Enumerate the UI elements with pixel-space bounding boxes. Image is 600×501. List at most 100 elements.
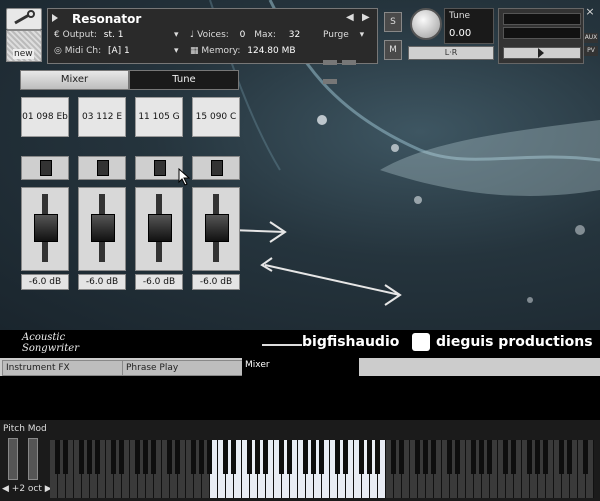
- meter-left: [503, 13, 581, 25]
- max-value[interactable]: 32: [289, 30, 300, 40]
- next-instrument-icon[interactable]: ▶: [362, 12, 370, 23]
- black-key[interactable]: [143, 440, 148, 474]
- prev-instrument-icon[interactable]: ◀: [346, 12, 354, 23]
- black-key[interactable]: [567, 440, 572, 474]
- voices-value: 0: [239, 30, 246, 40]
- black-key[interactable]: [311, 440, 316, 474]
- black-key[interactable]: [95, 440, 100, 474]
- channel-fader[interactable]: [192, 187, 240, 271]
- tune-value[interactable]: 0.00: [449, 28, 471, 39]
- black-key[interactable]: [263, 440, 268, 474]
- black-key[interactable]: [431, 440, 436, 474]
- black-key[interactable]: [287, 440, 292, 474]
- channel-pan[interactable]: [78, 156, 126, 180]
- black-key[interactable]: [479, 440, 484, 474]
- tab-phrase-play[interactable]: Phrase Play: [122, 360, 243, 376]
- black-key[interactable]: [503, 440, 508, 474]
- tune-display: Tune 0.00: [444, 8, 494, 44]
- mute-button[interactable]: M: [384, 40, 402, 60]
- pv-button[interactable]: PV: [584, 46, 598, 56]
- black-key[interactable]: [111, 440, 116, 474]
- black-key[interactable]: [119, 440, 124, 474]
- black-key[interactable]: [447, 440, 452, 474]
- black-key[interactable]: [63, 440, 68, 474]
- black-key[interactable]: [343, 440, 348, 474]
- black-key[interactable]: [535, 440, 540, 474]
- black-key[interactable]: [55, 440, 60, 474]
- tab-mixer-bottom[interactable]: Mixer: [242, 358, 359, 376]
- tab-mixer[interactable]: Mixer: [20, 70, 129, 90]
- black-key[interactable]: [231, 440, 236, 474]
- black-key[interactable]: [583, 440, 588, 474]
- black-key[interactable]: [335, 440, 340, 474]
- black-key[interactable]: [559, 440, 564, 474]
- tab-instrument-fx[interactable]: Instrument FX: [2, 360, 123, 376]
- output-dropdown-icon[interactable]: ▾: [174, 30, 179, 40]
- channel-strip: 03 112 E -6.0 dB: [78, 97, 126, 293]
- channel-fader[interactable]: [135, 187, 183, 271]
- black-key[interactable]: [167, 440, 172, 474]
- black-key[interactable]: [455, 440, 460, 474]
- black-key[interactable]: [79, 440, 84, 474]
- black-key[interactable]: [303, 440, 308, 474]
- black-key[interactable]: [399, 440, 404, 474]
- tune-knob[interactable]: [410, 8, 442, 40]
- logo-line-2: Songwriter: [22, 343, 79, 354]
- black-key[interactable]: [255, 440, 260, 474]
- black-key[interactable]: [199, 440, 204, 474]
- black-key[interactable]: [191, 440, 196, 474]
- black-key[interactable]: [375, 440, 380, 474]
- octave-control[interactable]: ◀ +2 oct ▶: [2, 484, 52, 494]
- black-key[interactable]: [415, 440, 420, 474]
- black-key[interactable]: [367, 440, 372, 474]
- channel-strip: 11 105 G -6.0 dB: [135, 97, 183, 293]
- logo-line-1: Acoustic: [22, 332, 66, 343]
- volume-slider[interactable]: [503, 47, 581, 59]
- midi-dropdown-icon[interactable]: ▾: [174, 46, 179, 56]
- black-key[interactable]: [135, 440, 140, 474]
- wrench-button[interactable]: [6, 8, 42, 30]
- black-key[interactable]: [87, 440, 92, 474]
- black-key[interactable]: [151, 440, 156, 474]
- solo-button[interactable]: S: [384, 12, 402, 32]
- tab-tune[interactable]: Tune: [129, 70, 239, 90]
- close-icon[interactable]: ×: [584, 6, 596, 18]
- midi-row[interactable]: ◎ Midi Ch: [A] 1: [54, 46, 130, 56]
- black-key[interactable]: [543, 440, 548, 474]
- channel-fader[interactable]: [21, 187, 69, 271]
- black-key[interactable]: [247, 440, 252, 474]
- channel-name: 03 112 E: [78, 97, 126, 137]
- black-key[interactable]: [279, 440, 284, 474]
- midi-icon: ◎: [54, 46, 62, 56]
- channel-pan[interactable]: [192, 156, 240, 180]
- black-key[interactable]: [175, 440, 180, 474]
- black-key[interactable]: [487, 440, 492, 474]
- pan-slider[interactable]: L·R: [408, 46, 494, 60]
- black-key[interactable]: [359, 440, 364, 474]
- channel-gain: -6.0 dB: [21, 274, 69, 290]
- aux-button[interactable]: AUX: [584, 33, 598, 43]
- instrument-name[interactable]: Resonator: [72, 12, 141, 26]
- mod-wheel[interactable]: [28, 438, 38, 480]
- black-key[interactable]: [207, 440, 212, 474]
- piano-keyboard[interactable]: [50, 420, 596, 501]
- collapse-triangle-icon[interactable]: [52, 14, 58, 22]
- new-button[interactable]: new: [6, 30, 42, 62]
- black-key[interactable]: [223, 440, 228, 474]
- black-key[interactable]: [319, 440, 324, 474]
- black-key[interactable]: [511, 440, 516, 474]
- channel-pan[interactable]: [135, 156, 183, 180]
- black-key[interactable]: [527, 440, 532, 474]
- channel-pan[interactable]: [21, 156, 69, 180]
- channel-fader[interactable]: [78, 187, 126, 271]
- black-key[interactable]: [423, 440, 428, 474]
- meter-right: [503, 27, 581, 39]
- black-key[interactable]: [391, 440, 396, 474]
- channel-strip: 01 098 Eb -6.0 dB: [21, 97, 69, 293]
- pitch-wheel[interactable]: [8, 438, 18, 480]
- purge-button[interactable]: Purge ▾: [323, 30, 373, 42]
- midi-value: [A] 1: [107, 46, 130, 56]
- black-key[interactable]: [471, 440, 476, 474]
- output-row[interactable]: € Output: st. 1: [54, 30, 123, 40]
- memory-value: 124.80 MB: [247, 46, 296, 56]
